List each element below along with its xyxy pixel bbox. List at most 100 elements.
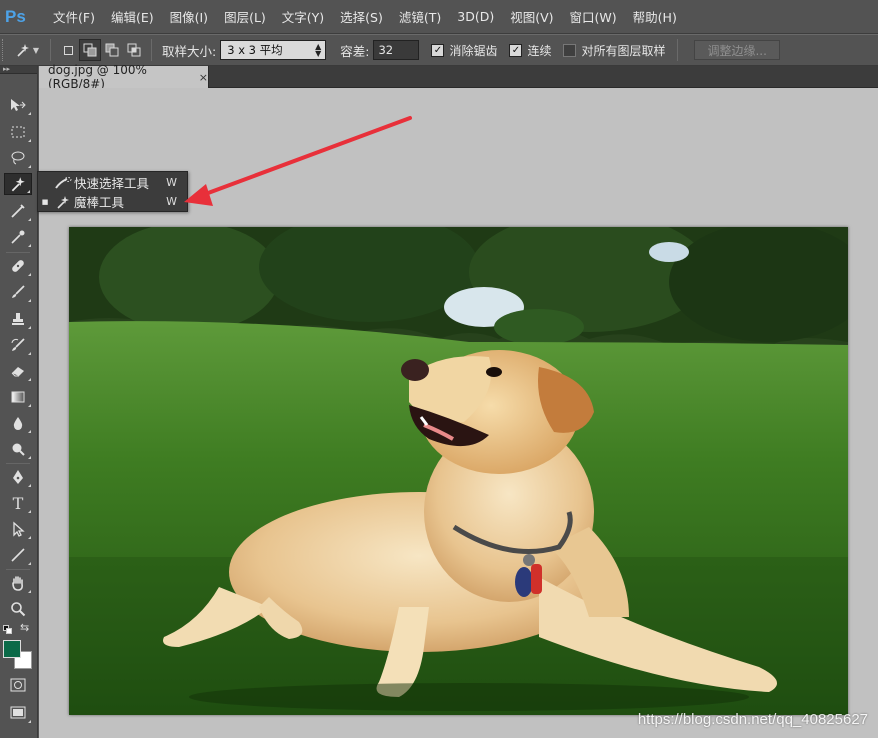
flyout-label-quick-selection: 快速选择工具 bbox=[74, 176, 150, 191]
sample-all-layers-checkbox[interactable]: 对所有图层取样 bbox=[563, 42, 665, 59]
refine-edge-button[interactable]: 调整边缘... bbox=[694, 40, 780, 60]
path-selection-icon bbox=[13, 521, 25, 537]
lasso-icon bbox=[11, 151, 25, 165]
screen-mode-button[interactable] bbox=[4, 702, 32, 724]
tool-preset-picker[interactable]: ▼ bbox=[10, 38, 44, 62]
tool-group-indicator bbox=[28, 378, 31, 381]
tools-panel-collapse[interactable]: ▸▸ bbox=[0, 66, 37, 74]
move-icon bbox=[11, 99, 26, 111]
close-icon[interactable]: × bbox=[199, 71, 208, 84]
eyedropper-tool[interactable] bbox=[4, 226, 32, 248]
antialias-checkbox[interactable]: ✓ 消除锯齿 bbox=[431, 42, 497, 59]
hand-tool[interactable] bbox=[4, 572, 32, 594]
menu-layer[interactable]: 图层(L) bbox=[216, 0, 274, 34]
divider bbox=[6, 569, 30, 570]
move-tool[interactable] bbox=[4, 94, 32, 116]
sample-size-select[interactable]: 3 x 3 平均 ▲ ▼ bbox=[220, 40, 327, 60]
screen-mode-icon bbox=[10, 706, 26, 719]
contiguous-checkbox[interactable]: ✓ 连续 bbox=[509, 42, 551, 59]
chevron-down-icon: ▼ bbox=[32, 45, 40, 55]
updown-arrows-icon: ▲ ▼ bbox=[315, 42, 322, 58]
tool-group-indicator bbox=[28, 139, 31, 142]
lasso-tool[interactable] bbox=[4, 147, 32, 169]
bandage-icon bbox=[12, 260, 24, 272]
unchecked-box-icon bbox=[563, 43, 577, 57]
healing-brush-tool[interactable] bbox=[4, 255, 32, 277]
quick-mask-button[interactable] bbox=[4, 674, 32, 696]
tolerance-input[interactable]: 32 bbox=[373, 40, 420, 60]
tool-group-indicator bbox=[28, 510, 31, 513]
clone-stamp-tool[interactable] bbox=[4, 308, 32, 330]
subtract-selection-icon bbox=[105, 43, 119, 57]
menu-view[interactable]: 视图(V) bbox=[502, 0, 561, 34]
subtract-from-selection-button[interactable] bbox=[101, 39, 123, 61]
line-icon bbox=[11, 548, 25, 562]
default-colors-icon[interactable] bbox=[3, 625, 13, 635]
menu-window[interactable]: 窗口(W) bbox=[562, 0, 625, 34]
dog-image bbox=[69, 227, 848, 715]
menu-edit[interactable]: 编辑(E) bbox=[103, 0, 162, 34]
document-title: dog.jpg @ 100%(RGB/8#) bbox=[48, 63, 147, 91]
menu-select[interactable]: 选择(S) bbox=[332, 0, 391, 34]
divider bbox=[151, 39, 152, 61]
flyout-item-quick-selection[interactable]: 快速选择工具 W bbox=[38, 173, 187, 192]
dog-photo[interactable] bbox=[69, 227, 848, 715]
tool-group-indicator bbox=[28, 112, 31, 115]
checkmark-icon: ✓ bbox=[431, 43, 445, 57]
tool-group-indicator bbox=[28, 720, 31, 723]
blur-tool[interactable] bbox=[4, 412, 32, 434]
menu-file[interactable]: 文件(F) bbox=[45, 0, 103, 34]
type-tool[interactable]: T bbox=[4, 492, 32, 514]
tool-group-indicator bbox=[28, 590, 31, 593]
menu-filter[interactable]: 滤镜(T) bbox=[391, 0, 449, 34]
magic-wand-icon bbox=[52, 194, 74, 210]
sample-size-label: 取样大小: bbox=[162, 43, 217, 59]
menu-3d[interactable]: 3D(D) bbox=[449, 0, 502, 34]
menu-type[interactable]: 文字(Y) bbox=[274, 0, 332, 34]
line-tool[interactable] bbox=[4, 544, 32, 566]
dodge-tool[interactable] bbox=[4, 438, 32, 460]
path-selection-tool[interactable] bbox=[4, 518, 32, 540]
drop-icon bbox=[13, 417, 23, 430]
brush-tool[interactable] bbox=[4, 281, 32, 303]
eraser-icon bbox=[11, 367, 24, 377]
zoom-tool[interactable] bbox=[4, 598, 32, 620]
tool-group-indicator bbox=[28, 244, 31, 247]
eraser-tool[interactable] bbox=[4, 360, 32, 382]
options-bar-grip[interactable] bbox=[2, 39, 10, 61]
tool-group-indicator bbox=[28, 562, 31, 565]
menu-image[interactable]: 图像(I) bbox=[162, 0, 216, 34]
divider bbox=[677, 39, 679, 61]
tool-group-indicator bbox=[28, 299, 31, 302]
marquee-tool[interactable] bbox=[4, 121, 32, 143]
intersect-selection-icon bbox=[127, 43, 141, 57]
rect-marquee-icon bbox=[11, 126, 25, 138]
new-selection-button[interactable] bbox=[57, 39, 79, 61]
menu-help[interactable]: 帮助(H) bbox=[625, 0, 685, 34]
foreground-color-swatch[interactable] bbox=[3, 640, 21, 658]
pen-tool[interactable] bbox=[4, 466, 32, 488]
flyout-item-magic-wand[interactable]: ■ 魔棒工具 W bbox=[38, 192, 187, 211]
magic-wand-tool[interactable] bbox=[4, 173, 32, 195]
tool-group-indicator bbox=[28, 165, 31, 168]
app-logo: Ps bbox=[5, 6, 26, 26]
sample-size-value: 3 x 3 平均 bbox=[227, 43, 283, 57]
tool-group-indicator bbox=[28, 536, 31, 539]
tool-group-indicator bbox=[27, 190, 30, 193]
divider bbox=[50, 39, 51, 61]
menu-bar: Ps 文件(F) 编辑(E) 图像(I) 图层(L) 文字(Y) 选择(S) 滤… bbox=[0, 0, 878, 34]
gradient-tool[interactable] bbox=[4, 386, 32, 408]
zoom-icon bbox=[11, 602, 26, 617]
swap-colors-icon[interactable]: ⇆ bbox=[20, 621, 29, 634]
tool-group-indicator bbox=[28, 404, 31, 407]
tool-group-indicator bbox=[28, 218, 31, 221]
tab-dog-jpg[interactable]: dog.jpg @ 100%(RGB/8#) × bbox=[39, 63, 209, 91]
add-to-selection-button[interactable] bbox=[79, 39, 101, 61]
history-brush-tool[interactable] bbox=[4, 334, 32, 356]
intersect-selection-button[interactable] bbox=[123, 39, 145, 61]
new-selection-icon bbox=[63, 45, 73, 55]
tolerance-label: 容差: bbox=[340, 43, 370, 59]
crop-tool[interactable] bbox=[4, 200, 32, 222]
magic-wand-icon bbox=[17, 44, 29, 57]
crop-icon bbox=[11, 204, 25, 218]
